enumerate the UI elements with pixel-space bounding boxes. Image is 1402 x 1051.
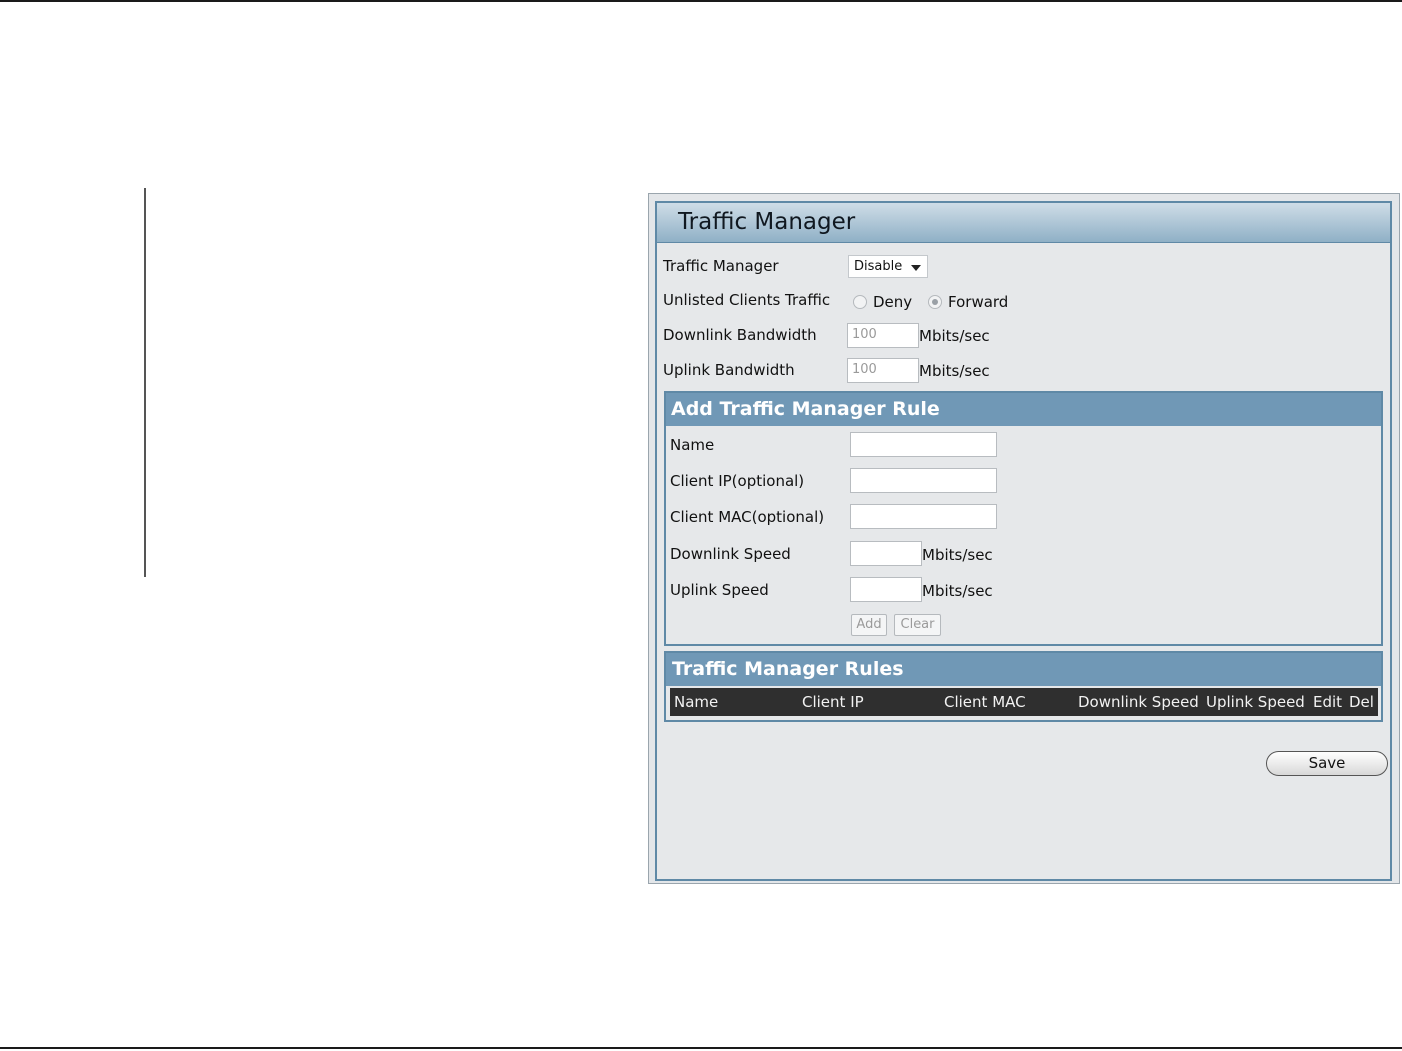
column-edit: Edit — [1313, 693, 1343, 711]
column-uplink-speed: Uplink Speed — [1206, 693, 1305, 711]
radio-selected-dot — [932, 299, 938, 305]
downlink-speed-label: Downlink Speed — [670, 545, 791, 563]
top-divider — [0, 0, 1402, 2]
clear-rule-button[interactable]: Clear — [894, 614, 941, 636]
uplink-speed-input[interactable] — [850, 577, 922, 602]
column-client-ip: Client IP — [802, 693, 864, 711]
save-button[interactable]: Save — [1266, 751, 1388, 776]
forward-label: Forward — [948, 293, 1009, 311]
deny-label: Deny — [873, 293, 913, 311]
rule-name-label: Name — [670, 436, 715, 454]
unlisted-clients-label: Unlisted Clients Traffic — [663, 291, 831, 309]
forward-radio[interactable] — [928, 295, 942, 309]
add-rule-title: Add Traffic Manager Rule — [671, 398, 940, 420]
rules-header: Traffic Manager Rules — [666, 653, 1381, 686]
left-vertical-divider — [144, 188, 146, 577]
column-downlink-speed: Downlink Speed — [1078, 693, 1199, 711]
client-ip-label: Client IP(optional) — [670, 472, 805, 490]
traffic-manager-panel: Traffic Manager Traffic Manager Disable … — [648, 193, 1400, 884]
traffic-manager-select-value: Disable — [854, 259, 903, 274]
downlink-bandwidth-label: Downlink Bandwidth — [663, 326, 817, 344]
traffic-manager-inner-frame: Traffic Manager Traffic Manager Disable … — [655, 201, 1392, 881]
column-name: Name — [674, 693, 719, 711]
downlink-bandwidth-input[interactable]: 100 — [847, 323, 919, 348]
column-client-mac: Client MAC — [944, 693, 1026, 711]
add-rule-section: Add Traffic Manager Rule Name Client IP(… — [664, 391, 1383, 646]
page-title: Traffic Manager — [678, 209, 856, 235]
client-ip-input[interactable] — [850, 468, 997, 493]
uplink-bandwidth-unit: Mbits/sec — [919, 362, 990, 380]
rules-table-header: Name Client IP Client MAC Downlink Speed… — [670, 688, 1378, 716]
deny-radio[interactable] — [853, 295, 867, 309]
traffic-manager-select[interactable]: Disable — [848, 255, 928, 278]
uplink-bandwidth-input[interactable]: 100 — [847, 358, 919, 383]
traffic-manager-label: Traffic Manager — [663, 257, 779, 275]
column-del: Del — [1349, 693, 1374, 711]
bottom-divider — [0, 1047, 1402, 1049]
client-mac-label: Client MAC(optional) — [670, 508, 825, 526]
uplink-speed-label: Uplink Speed — [670, 581, 769, 599]
downlink-bandwidth-unit: Mbits/sec — [919, 327, 990, 345]
panel-title-bar: Traffic Manager — [657, 203, 1390, 243]
uplink-speed-unit: Mbits/sec — [922, 582, 993, 600]
chevron-down-icon — [911, 265, 921, 271]
add-rule-button[interactable]: Add — [851, 614, 887, 636]
uplink-bandwidth-label: Uplink Bandwidth — [663, 361, 795, 379]
client-mac-input[interactable] — [850, 504, 997, 529]
add-rule-header: Add Traffic Manager Rule — [666, 393, 1381, 426]
rule-name-input[interactable] — [850, 432, 997, 457]
downlink-speed-input[interactable] — [850, 541, 922, 566]
rules-title: Traffic Manager Rules — [672, 658, 904, 680]
downlink-speed-unit: Mbits/sec — [922, 546, 993, 564]
rules-section: Traffic Manager Rules Name Client IP Cli… — [664, 651, 1383, 722]
